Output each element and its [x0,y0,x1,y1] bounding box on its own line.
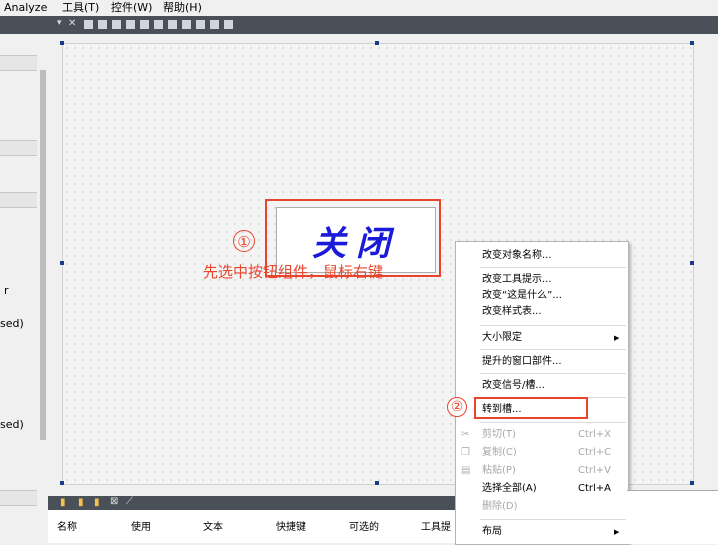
paste-icon: ▤ [461,465,471,476]
action-editor-toolbar: ▮ ▮ ▮ ⊠ ⟋ [48,496,455,510]
menu-item-delete[interactable]: 删除(D) [482,501,518,513]
left-text-fragment: sed) [0,317,24,330]
menu-bar: Analyze 工具(T) 控件(W) 帮助(H) [0,0,718,16]
adjust-size-icon[interactable] [210,20,219,29]
menu-item-change-tooltip[interactable]: 改变工具提示... [482,274,552,286]
layout-grid-icon[interactable] [168,20,177,29]
cut-icon: ✂ [461,429,470,440]
resize-handle[interactable] [690,261,694,265]
left-scrollbar[interactable] [40,70,46,440]
column-header[interactable]: 工具提 [421,518,451,533]
menu-separator [480,373,626,374]
annotation-number-2: ② [447,397,467,417]
layout-splitter-h-icon[interactable] [112,20,121,29]
layout-splitter-v-icon[interactable] [126,20,135,29]
annotation-text-1: 先选中按钮组件，鼠标右键 [203,263,384,281]
left-section-header[interactable] [0,192,37,208]
menu-item-layout[interactable]: 布局 [482,526,502,538]
layout-form-icon[interactable] [182,20,191,29]
layout-toolbar: ▾ ✕ [0,16,718,34]
new-action-icon[interactable]: ▮ [60,497,66,508]
resize-handle[interactable] [690,481,694,485]
resize-handle[interactable] [60,261,64,265]
column-header[interactable]: 名称 [57,518,77,533]
preview-icon[interactable] [224,20,233,29]
column-header[interactable]: 快捷键 [276,518,306,533]
menu-widgets[interactable]: 控件(W) [111,1,152,15]
resize-handle[interactable] [690,41,694,45]
resize-handle[interactable] [375,41,379,45]
column-header[interactable]: 使用 [131,518,151,533]
break-layout-icon[interactable] [196,20,205,29]
menu-item-change-signals-slots[interactable]: 改变信号/槽... [482,380,545,392]
dropdown-arrow-icon[interactable]: ▾ [57,18,62,28]
left-section-header[interactable] [0,140,37,156]
left-section-header[interactable] [0,490,37,506]
annotation-number-1: ① [233,230,255,252]
left-dock-panel: r sed) sed) [0,34,48,543]
submenu-arrow-icon: ▶ [614,528,620,536]
left-text-fragment: sed) [0,418,24,431]
column-header[interactable]: 文本 [203,518,223,533]
paste-action-icon[interactable]: ▮ [94,497,100,508]
close-icon[interactable]: ✕ [68,18,76,29]
column-header[interactable]: 可选的 [349,518,379,533]
highlight-box-go-to-slot [474,397,588,419]
shortcut-paste: Ctrl+V [578,465,612,476]
menu-item-change-object-name[interactable]: 改变对象名称... [482,250,552,262]
menu-item-change-stylesheet[interactable]: 改变样式表... [482,306,542,318]
left-section-header[interactable] [0,55,37,71]
layout-columns-icon[interactable] [140,20,149,29]
configure-icon[interactable]: ⟋ [126,496,133,507]
layout-vertical-icon[interactable] [98,20,107,29]
property-panel-strip [627,490,718,544]
layout-horizontal-icon[interactable] [84,20,93,29]
left-text-fragment: r [4,284,9,297]
menu-separator [480,519,626,520]
submenu-arrow-icon: ▶ [614,334,620,342]
layout-rows-icon[interactable] [154,20,163,29]
shortcut-select-all: Ctrl+A [578,483,612,494]
shortcut-cut: Ctrl+X [578,429,612,440]
shortcut-copy: Ctrl+C [578,447,612,458]
resize-handle[interactable] [60,41,64,45]
context-menu: 改变对象名称... 改变工具提示... 改变“这是什么”... 改变样式表...… [455,241,629,545]
menu-item-paste[interactable]: 粘贴(P) [482,465,516,477]
menu-analyze[interactable]: Analyze [4,1,47,15]
menu-help[interactable]: 帮助(H) [163,1,202,15]
menu-item-copy[interactable]: 复制(C) [482,447,517,459]
delete-action-icon[interactable]: ⊠ [110,496,118,507]
menu-separator [480,349,626,350]
menu-item-change-whatsthis[interactable]: 改变“这是什么”... [482,290,562,302]
menu-separator [480,422,626,423]
copy-icon: ❐ [461,447,470,458]
menu-item-size-constraints[interactable]: 大小限定 [482,332,522,344]
action-table-header: 名称 使用 文本 快捷键 可选的 工具提 [48,510,455,543]
menu-separator [480,267,626,268]
copy-action-icon[interactable]: ▮ [78,497,84,508]
menu-item-cut[interactable]: 剪切(T) [482,429,516,441]
menu-separator [480,325,626,326]
menu-tools[interactable]: 工具(T) [62,1,99,15]
resize-handle[interactable] [60,481,64,485]
resize-handle[interactable] [375,481,379,485]
menu-item-promoted-widgets[interactable]: 提升的窗口部件... [482,356,562,368]
menu-item-select-all[interactable]: 选择全部(A) [482,483,537,495]
